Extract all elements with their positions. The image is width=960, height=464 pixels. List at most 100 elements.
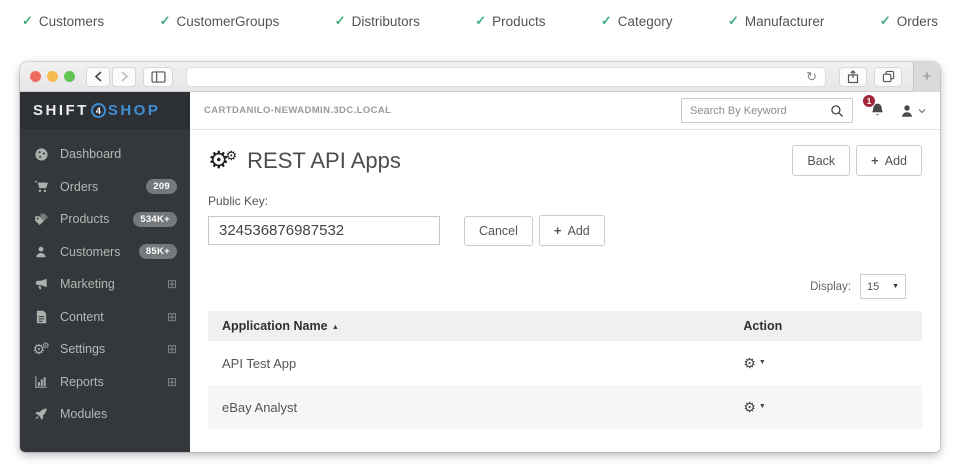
user-avatar-icon	[899, 103, 915, 119]
browser-chrome: ↻ +	[20, 62, 940, 92]
close-window-button[interactable]	[30, 71, 41, 82]
sidebar-item-dashboard[interactable]: Dashboard	[20, 138, 190, 171]
header-buttons: Back +Add	[792, 145, 922, 176]
sidebar-item-label: Modules	[60, 407, 107, 421]
forward-nav-button[interactable]	[112, 67, 136, 87]
sort-ascending-icon: ▲	[332, 322, 339, 331]
export-status-bar: ✓Customers ✓CustomerGroups ✓Distributors…	[0, 0, 960, 42]
public-key-input[interactable]	[208, 216, 440, 245]
nav-buttons	[86, 67, 136, 87]
admin-sidebar: SHIFT4SHOP Dashboard Orders 209	[20, 92, 190, 452]
check-icon: ✓	[475, 13, 486, 29]
display-count-row: Display: 15 ▼	[208, 274, 906, 299]
apps-table-header: Application Name ▲ Action	[208, 311, 922, 341]
export-item-label: Category	[618, 14, 673, 29]
display-label: Display:	[810, 281, 851, 293]
table-row: API Test App ⚙ ▼	[208, 341, 922, 385]
sidebar-item-label: Customers	[60, 245, 120, 259]
export-item-label: CustomerGroups	[176, 14, 279, 29]
column-header-action: Action	[743, 319, 908, 333]
gear-icon: ⚙	[743, 356, 756, 370]
check-icon: ✓	[22, 13, 33, 29]
export-item-category: ✓Category	[601, 13, 673, 29]
export-item-label: Distributors	[352, 14, 420, 29]
sidebar-item-label: Marketing	[60, 277, 115, 291]
notification-count-badge: 1	[862, 94, 876, 108]
check-icon: ✓	[880, 13, 891, 29]
cancel-button[interactable]: Cancel	[464, 216, 533, 246]
minimize-window-button[interactable]	[47, 71, 58, 82]
export-item-distributors: ✓Distributors	[335, 13, 420, 29]
expand-icon[interactable]: ⊞	[167, 278, 177, 290]
export-item-label: Customers	[39, 14, 104, 29]
megaphone-icon	[33, 277, 49, 292]
window-controls	[30, 71, 75, 82]
export-item-orders: ✓ Orders	[880, 13, 938, 29]
new-tab-button[interactable]: +	[913, 62, 940, 92]
public-key-form: Cancel +Add	[208, 215, 922, 246]
sidebar-item-label: Orders	[60, 180, 98, 194]
app-name-cell: API Test App	[222, 356, 743, 371]
customers-count-badge: 85K+	[139, 244, 177, 259]
back-nav-button[interactable]	[86, 67, 110, 87]
sidebar-item-label: Products	[60, 212, 109, 226]
tags-icon	[33, 212, 49, 227]
app-action-cell: ⚙ ▼	[743, 400, 908, 415]
sidebar-item-marketing[interactable]: Marketing ⊞	[20, 268, 190, 301]
cart-icon	[33, 179, 49, 194]
add-app-button[interactable]: +Add	[856, 145, 922, 176]
display-selected-value: 15	[867, 281, 879, 293]
app-name-cell: eBay Analyst	[222, 400, 743, 415]
logo-number-badge: 4	[91, 103, 106, 118]
keyword-search-box[interactable]	[681, 98, 853, 123]
sidebar-item-customers[interactable]: Customers 85K+	[20, 236, 190, 269]
orders-count-badge: 209	[146, 179, 177, 194]
tabs-icon	[882, 70, 895, 83]
search-input[interactable]	[690, 105, 830, 117]
zoom-window-button[interactable]	[64, 71, 75, 82]
notifications-button[interactable]: 1	[869, 102, 886, 119]
export-item-customers: ✓ Customers	[22, 13, 104, 29]
sidebar-item-reports[interactable]: Reports ⊞	[20, 366, 190, 399]
sidebar-item-modules[interactable]: Modules	[20, 398, 190, 431]
export-item-label: Orders	[897, 14, 938, 29]
sidebar-item-label: Content	[60, 310, 104, 324]
share-button[interactable]	[839, 67, 867, 87]
logo-text-shop: SHOP	[108, 102, 161, 119]
back-button[interactable]: Back	[792, 145, 850, 176]
confirm-add-button[interactable]: +Add	[539, 215, 605, 246]
main-panel: CARTDANILO-NEWADMIN.3DC.LOCAL 1 ⚙⚙ R	[190, 92, 940, 452]
app-body: SHIFT4SHOP Dashboard Orders 209	[20, 92, 940, 452]
row-actions-dropdown[interactable]: ⚙ ▼	[743, 400, 766, 414]
user-menu-button[interactable]	[899, 103, 926, 119]
display-count-select[interactable]: 15 ▼	[860, 274, 906, 299]
table-row: eBay Analyst ⚙ ▼	[208, 385, 922, 429]
expand-icon[interactable]: ⊞	[167, 376, 177, 388]
column-header-application-name[interactable]: Application Name ▲	[222, 319, 743, 333]
page-header: ⚙⚙ REST API Apps Back +Add	[208, 145, 922, 176]
share-icon	[847, 70, 859, 84]
expand-icon[interactable]: ⊞	[167, 311, 177, 323]
search-icon	[830, 104, 844, 118]
row-actions-dropdown[interactable]: ⚙ ▼	[743, 356, 766, 370]
app-action-cell: ⚙ ▼	[743, 356, 908, 371]
sidebar-item-label: Settings	[60, 342, 105, 356]
shift4shop-logo[interactable]: SHIFT4SHOP	[20, 92, 190, 129]
sidebar-item-label: Reports	[60, 375, 104, 389]
sidebar-item-orders[interactable]: Orders 209	[20, 171, 190, 204]
plus-icon: +	[554, 223, 562, 238]
address-bar-input[interactable]	[195, 71, 806, 83]
gears-icon: ⚙⚙	[208, 149, 237, 173]
tabs-overview-button[interactable]	[874, 67, 902, 87]
address-bar[interactable]: ↻	[186, 67, 826, 87]
refresh-icon[interactable]: ↻	[806, 70, 817, 83]
sidebar-item-products[interactable]: Products 534K+	[20, 203, 190, 236]
logo-text-shift: SHIFT	[33, 102, 89, 119]
check-icon: ✓	[160, 13, 171, 29]
sidebar-item-content[interactable]: Content ⊞	[20, 301, 190, 334]
document-icon	[33, 310, 49, 324]
sidebar-toggle-button[interactable]	[143, 67, 173, 87]
sidebar-item-settings[interactable]: ⚙⚙ Settings ⊞	[20, 333, 190, 366]
caret-down-icon: ▼	[892, 283, 899, 290]
expand-icon[interactable]: ⊞	[167, 343, 177, 355]
